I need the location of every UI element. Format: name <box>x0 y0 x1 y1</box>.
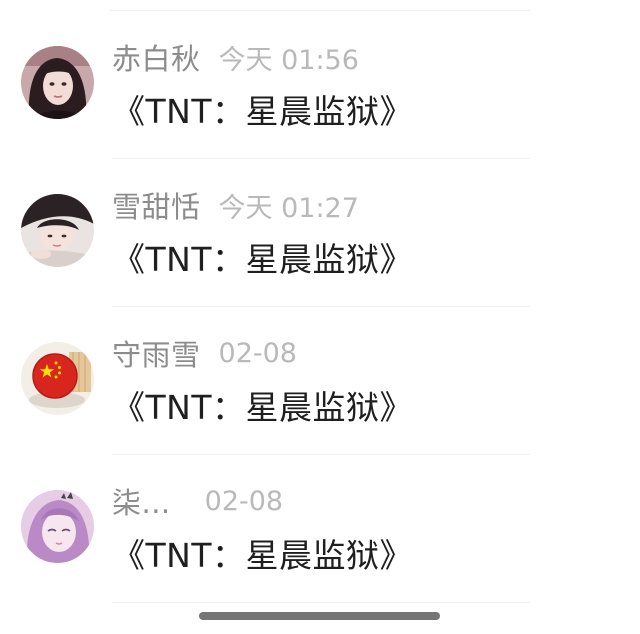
timestamp: 02-08 <box>218 337 297 369</box>
comment-text[interactable]: 《TNT：星晨监狱》 <box>112 85 413 133</box>
user-avatar[interactable] <box>21 46 94 119</box>
username[interactable]: 柒... <box>112 480 171 522</box>
comment-text[interactable]: 《TNT：星晨监狱》 <box>112 233 413 281</box>
timestamp: 今天 01:27 <box>218 192 359 224</box>
comment-text[interactable]: 《TNT：星晨监狱》 <box>112 381 413 429</box>
user-avatar[interactable] <box>21 490 94 563</box>
username[interactable]: 守雨雪 <box>112 332 201 374</box>
comment-item[interactable]: 守雨雪 02-08 《TNT：星晨监狱》 <box>0 307 640 455</box>
username[interactable]: 雪甜恬 <box>112 184 201 226</box>
comment-screen: 赤白秋 今天 01:56 《TNT：星晨监狱》 雪甜恬 今天 01:27 《TN… <box>0 0 640 634</box>
comment-text[interactable]: 《TNT：星晨监狱》 <box>112 529 413 577</box>
avatar-photo-icon <box>21 194 94 267</box>
comment-item[interactable]: 赤白秋 今天 01:56 《TNT：星晨监狱》 <box>0 11 640 159</box>
comment-item[interactable]: 柒... 02-08 《TNT：星晨监狱》 <box>0 455 640 603</box>
avatar-photo-icon <box>21 46 94 119</box>
comment-meta: 雪甜恬 今天 01:27 <box>112 183 359 227</box>
avatar-flag-badge-icon <box>21 342 94 415</box>
timestamp: 02-08 <box>204 485 284 517</box>
user-avatar[interactable] <box>21 194 94 267</box>
comment-item[interactable]: 雪甜恬 今天 01:27 《TNT：星晨监狱》 <box>0 159 640 307</box>
row-divider <box>112 602 530 603</box>
comment-meta: 赤白秋 今天 01:56 <box>112 35 359 79</box>
username[interactable]: 赤白秋 <box>112 36 201 78</box>
comment-meta: 守雨雪 02-08 <box>112 331 297 375</box>
avatar-anime-icon <box>21 490 94 563</box>
comment-list[interactable]: 赤白秋 今天 01:56 《TNT：星晨监狱》 雪甜恬 今天 01:27 《TN… <box>0 11 640 603</box>
timestamp: 今天 01:56 <box>218 44 359 76</box>
comment-meta: 柒... 02-08 <box>112 479 283 523</box>
user-avatar[interactable] <box>21 342 94 415</box>
home-indicator[interactable] <box>199 612 440 620</box>
